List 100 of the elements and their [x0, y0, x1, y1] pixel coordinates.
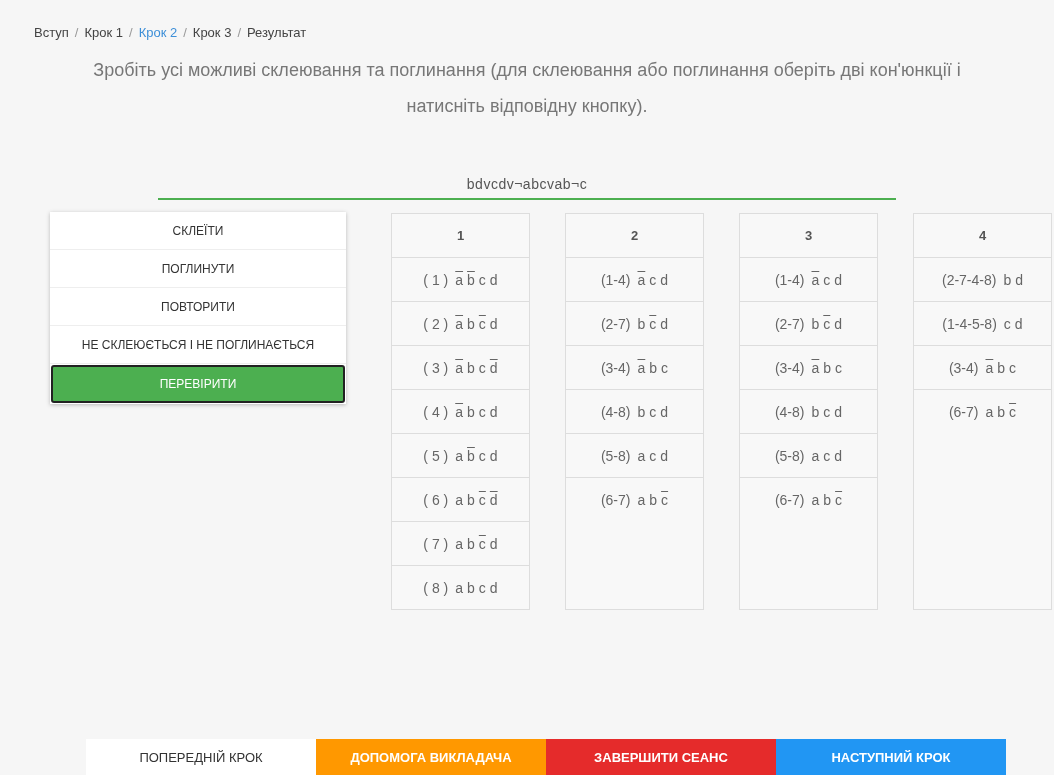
variable-letter: c: [478, 403, 486, 420]
term-label: ( 2 ): [423, 315, 449, 332]
term-cell[interactable]: (2-7) b c d: [740, 302, 877, 346]
term-label: (3-4): [774, 359, 805, 376]
variable-letter: c: [478, 271, 486, 288]
term-cell[interactable]: ( 2 ) a b c d: [392, 302, 529, 346]
variable-letter: a: [811, 271, 820, 288]
variable-letter: c: [649, 271, 657, 288]
term-label: (1-4-5-8): [942, 315, 997, 332]
action-button[interactable]: ПОГЛИНУТИ: [50, 250, 346, 288]
term-label: (5-8): [774, 447, 805, 464]
variable-letter: b: [637, 315, 646, 332]
term-cell[interactable]: ( 7 ) a b c d: [392, 522, 529, 566]
breadcrumb-link[interactable]: Крок 3: [192, 25, 232, 40]
variable-letter: b: [467, 447, 475, 464]
term-label: ( 3 ): [423, 359, 449, 376]
variable-letter: c: [649, 447, 657, 464]
variable-letter: c: [478, 535, 486, 552]
footer-button[interactable]: НАСТУПНИЙ КРОК: [776, 739, 1006, 775]
variable-letter: d: [489, 359, 498, 376]
separator-slash: /: [129, 25, 133, 40]
variable-letter: c: [478, 579, 486, 596]
variable-letter: a: [455, 359, 464, 376]
variable-letter: c: [661, 491, 669, 508]
variable-letter: a: [455, 447, 464, 464]
variable-letter: a: [637, 447, 646, 464]
variable-letter: b: [467, 579, 475, 596]
term-cell[interactable]: ( 6 ) a b c d: [392, 478, 529, 522]
instruction-text: Зробіть усі можливі склеювання та поглинання (для склеювання або поглинання оберіть дві кон'юнкції і натисніть відповідну кнопку).: [92, 59, 962, 118]
term-label: (1-4): [600, 271, 631, 288]
term-cell[interactable]: (1-4) a c d: [740, 258, 877, 302]
variable-letter: d: [1015, 271, 1024, 288]
action-button[interactable]: ПОВТОРИТИ: [50, 288, 346, 326]
footer-button[interactable]: ПОПЕРЕДНІЙ КРОК: [86, 739, 316, 775]
variable-letter: a: [455, 315, 464, 332]
term-label: ( 7 ): [423, 535, 449, 552]
breadcrumb-link[interactable]: Крок 1: [84, 25, 123, 40]
term-cell[interactable]: (6-7) a b c: [566, 478, 703, 521]
variable-letter: d: [489, 447, 498, 464]
variable-letter: a: [811, 491, 820, 508]
action-button[interactable]: НЕ СКЛЕЮЄТЬСЯ І НЕ ПОГЛИНАЄТЬСЯ: [50, 326, 346, 364]
variable-letter: b: [467, 535, 475, 552]
term-label: (5-8): [600, 447, 631, 464]
variable-letter: b: [811, 403, 820, 420]
term-cell[interactable]: (2-7-4-8) b d: [914, 258, 1051, 302]
variable-letter: c: [649, 315, 657, 332]
variable-letter: d: [489, 491, 498, 508]
term-label: ( 8 ): [423, 579, 449, 596]
variable-letter: b: [997, 403, 1006, 420]
variable-letter: c: [823, 403, 831, 420]
column-header: 3: [740, 214, 877, 258]
action-button[interactable]: СКЛЕЇТИ: [50, 212, 346, 250]
term-cell[interactable]: ( 1 ) a b c d: [392, 258, 529, 302]
variable-letter: b: [997, 359, 1006, 376]
term-cell[interactable]: ( 4 ) a b c d: [392, 390, 529, 434]
variable-letter: d: [1014, 315, 1023, 332]
variable-letter: c: [823, 315, 831, 332]
term-label: ( 1 ): [423, 271, 449, 288]
variable-letter: c: [835, 491, 843, 508]
term-cell[interactable]: (3-4) a b c: [566, 346, 703, 390]
variable-letter: d: [834, 271, 843, 288]
term-cell[interactable]: ( 8 ) a b c d: [392, 566, 529, 609]
term-label: (6-7): [948, 403, 979, 420]
formula-field: bdvcdv¬abcvab¬c: [158, 176, 896, 200]
variable-letter: d: [489, 315, 498, 332]
variable-letter: b: [823, 359, 832, 376]
term-cell[interactable]: (6-7) a b c: [914, 390, 1051, 433]
variable-letter: b: [823, 491, 832, 508]
term-label: (4-8): [774, 403, 805, 420]
breadcrumb-link[interactable]: Вступ: [34, 25, 69, 40]
term-cell[interactable]: (4-8) b c d: [740, 390, 877, 434]
variable-letter: c: [823, 271, 831, 288]
term-cell[interactable]: (1-4-5-8) c d: [914, 302, 1051, 346]
variable-letter: b: [467, 491, 475, 508]
term-cell[interactable]: (3-4) a b c: [740, 346, 877, 390]
variable-letter: a: [985, 359, 994, 376]
variable-letter: b: [467, 315, 475, 332]
footer-button[interactable]: ЗАВЕРШИТИ СЕАНС: [546, 739, 776, 775]
variable-letter: b: [649, 491, 658, 508]
variable-letter: b: [1003, 271, 1012, 288]
breadcrumb-link[interactable]: Результат: [247, 25, 307, 40]
term-cell[interactable]: (1-4) a c d: [566, 258, 703, 302]
term-cell[interactable]: ( 3 ) a b c d: [392, 346, 529, 390]
variable-letter: b: [467, 403, 475, 420]
term-cell[interactable]: (5-8) a c d: [740, 434, 877, 478]
term-cell[interactable]: (6-7) a b c: [740, 478, 877, 521]
variable-letter: a: [637, 359, 646, 376]
term-label: (4-8): [600, 403, 631, 420]
breadcrumb-link[interactable]: Крок 2: [138, 25, 178, 40]
term-cell[interactable]: (4-8) b c d: [566, 390, 703, 434]
variable-letter: b: [637, 403, 646, 420]
term-cell[interactable]: (2-7) b c d: [566, 302, 703, 346]
term-cell[interactable]: (3-4) a b c: [914, 346, 1051, 390]
term-label: (1-4): [774, 271, 805, 288]
variable-letter: d: [834, 315, 843, 332]
term-label: (2-7): [774, 315, 805, 332]
variable-letter: d: [489, 579, 498, 596]
term-cell[interactable]: ( 5 ) a b c d: [392, 434, 529, 478]
variable-letter: d: [489, 271, 498, 288]
term-cell[interactable]: (5-8) a c d: [566, 434, 703, 478]
